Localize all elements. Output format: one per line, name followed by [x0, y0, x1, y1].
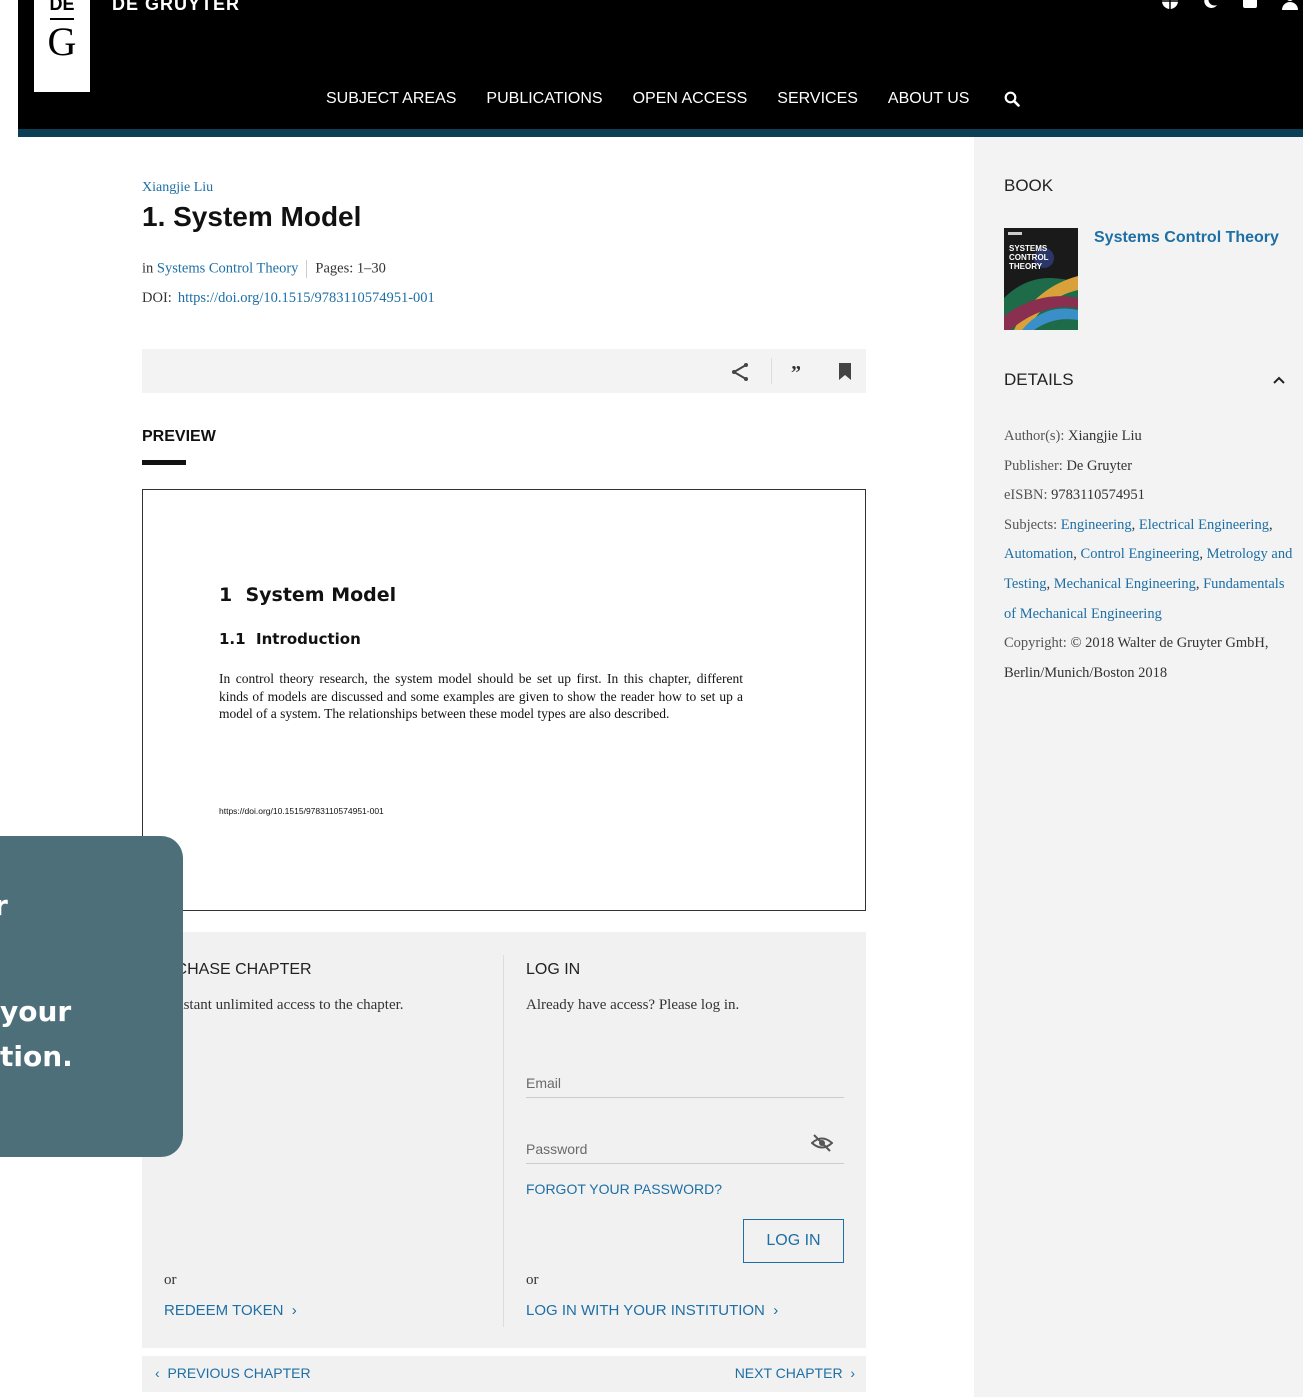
- sidebar-book-heading: BOOK: [1004, 176, 1054, 195]
- subject-link[interactable]: Control Engineering: [1081, 546, 1200, 562]
- chapter-meta: in Systems Control Theory Pages: 1–30: [142, 260, 386, 278]
- page-title: 1. System Model: [142, 201, 362, 232]
- redeem-token-link[interactable]: REDEEM TOKEN ›: [164, 1302, 297, 1319]
- bookmark-icon[interactable]: [838, 363, 852, 386]
- site-logo[interactable]: DE G: [34, 0, 90, 92]
- language-icon[interactable]: [1161, 0, 1179, 10]
- details-heading[interactable]: DETAILS: [1004, 370, 1074, 390]
- book-details: Author(s): Xiangjie Liu Publisher: De Gr…: [1004, 422, 1294, 688]
- brand-name[interactable]: DE GRUYTER: [112, 0, 240, 15]
- detail-copyright: Copyright: © 2018 Walter de Gruyter GmbH…: [1004, 635, 1269, 681]
- book-link[interactable]: Systems Control Theory: [157, 260, 299, 276]
- purchase-heading: RCHASE CHAPTER: [164, 961, 312, 978]
- purchase-or: or: [164, 1272, 177, 1288]
- logo-letter: G: [47, 19, 77, 64]
- overlay-text-line-2: your: [0, 995, 72, 1028]
- chevron-up-icon[interactable]: [1272, 373, 1286, 392]
- detail-subjects: Subjects: Engineering, Electrical Engine…: [1004, 516, 1293, 622]
- logo-top-text: DE: [49, 0, 75, 14]
- nav-publications[interactable]: PUBLICATIONS: [486, 90, 602, 114]
- nav-about-us[interactable]: ABOUT US: [888, 90, 970, 114]
- sidebar-book-link[interactable]: Systems Control Theory: [1094, 229, 1279, 247]
- detail-eisbn: eISBN: 9783110574951: [1004, 487, 1145, 504]
- panel-divider: [503, 955, 504, 1327]
- header-utility-icons: [1161, 0, 1299, 10]
- previous-chapter-link[interactable]: ‹ PREVIOUS CHAPTER: [155, 1365, 311, 1381]
- nav-open-access[interactable]: OPEN ACCESS: [633, 90, 748, 114]
- search-icon[interactable]: [1004, 91, 1020, 112]
- detail-authors: Author(s): Xiangjie Liu: [1004, 428, 1142, 444]
- subject-link[interactable]: Automation: [1004, 546, 1073, 562]
- institution-login-link[interactable]: LOG IN WITH YOUR INSTITUTION ›: [526, 1302, 778, 1319]
- doi-line: DOI: https://doi.org/10.1515/978311057495…: [142, 290, 435, 306]
- password-field[interactable]: [526, 1134, 844, 1164]
- detail-publisher: Publisher: De Gruyter: [1004, 457, 1133, 474]
- subject-link[interactable]: Electrical Engineering: [1139, 517, 1269, 533]
- preview-title: 1 System Model: [219, 584, 397, 606]
- purchase-text: t instant unlimited access to the chapte…: [164, 997, 404, 1013]
- nav-services[interactable]: SERVICES: [777, 90, 858, 114]
- chapter-author-link[interactable]: Xiangjie Liu: [142, 180, 213, 196]
- pages-value: 1–30: [356, 260, 386, 277]
- email-field[interactable]: [526, 1068, 844, 1098]
- preview-subtitle: 1.1 Introduction: [219, 630, 361, 648]
- cite-icon[interactable]: ”: [791, 363, 801, 383]
- share-icon[interactable]: [730, 362, 750, 387]
- login-text: Already have access? Please log in.: [526, 997, 740, 1013]
- cart-icon[interactable]: [1241, 0, 1259, 10]
- overlay-text-line-1: r: [0, 889, 8, 922]
- toolbar-divider: [771, 358, 772, 384]
- nav-subject-areas[interactable]: SUBJECT AREAS: [326, 90, 456, 114]
- preview-underline: [142, 460, 186, 465]
- header-accent-bar: [18, 129, 1303, 137]
- doi-link[interactable]: https://doi.org/10.1515/9783110574951-00…: [178, 290, 435, 306]
- login-or: or: [526, 1272, 539, 1288]
- forgot-password-link[interactable]: FORGOT YOUR PASSWORD?: [526, 1181, 722, 1197]
- article-toolbar: [142, 349, 866, 393]
- theme-icon[interactable]: [1201, 0, 1219, 10]
- login-button[interactable]: LOG IN: [743, 1219, 844, 1263]
- subject-link[interactable]: Mechanical Engineering: [1054, 576, 1196, 592]
- user-icon[interactable]: [1281, 0, 1299, 10]
- preview-doi: https://doi.org/10.1515/9783110574951-00…: [219, 806, 384, 816]
- eye-slash-icon[interactable]: [810, 1134, 834, 1157]
- subject-link[interactable]: Engineering: [1061, 517, 1132, 533]
- preview-heading: PREVIEW: [142, 428, 216, 445]
- login-heading: LOG IN: [526, 961, 581, 978]
- next-chapter-link[interactable]: NEXT CHAPTER ›: [735, 1365, 855, 1381]
- preview-text: In control theory research, the system m…: [219, 671, 743, 721]
- overlay-text-line-3: tion.: [0, 1040, 73, 1073]
- main-nav: SUBJECT AREAS PUBLICATIONS OPEN ACCESS S…: [326, 90, 999, 114]
- book-cover-title: SYSTEMS CONTROL THEORY: [1009, 244, 1049, 271]
